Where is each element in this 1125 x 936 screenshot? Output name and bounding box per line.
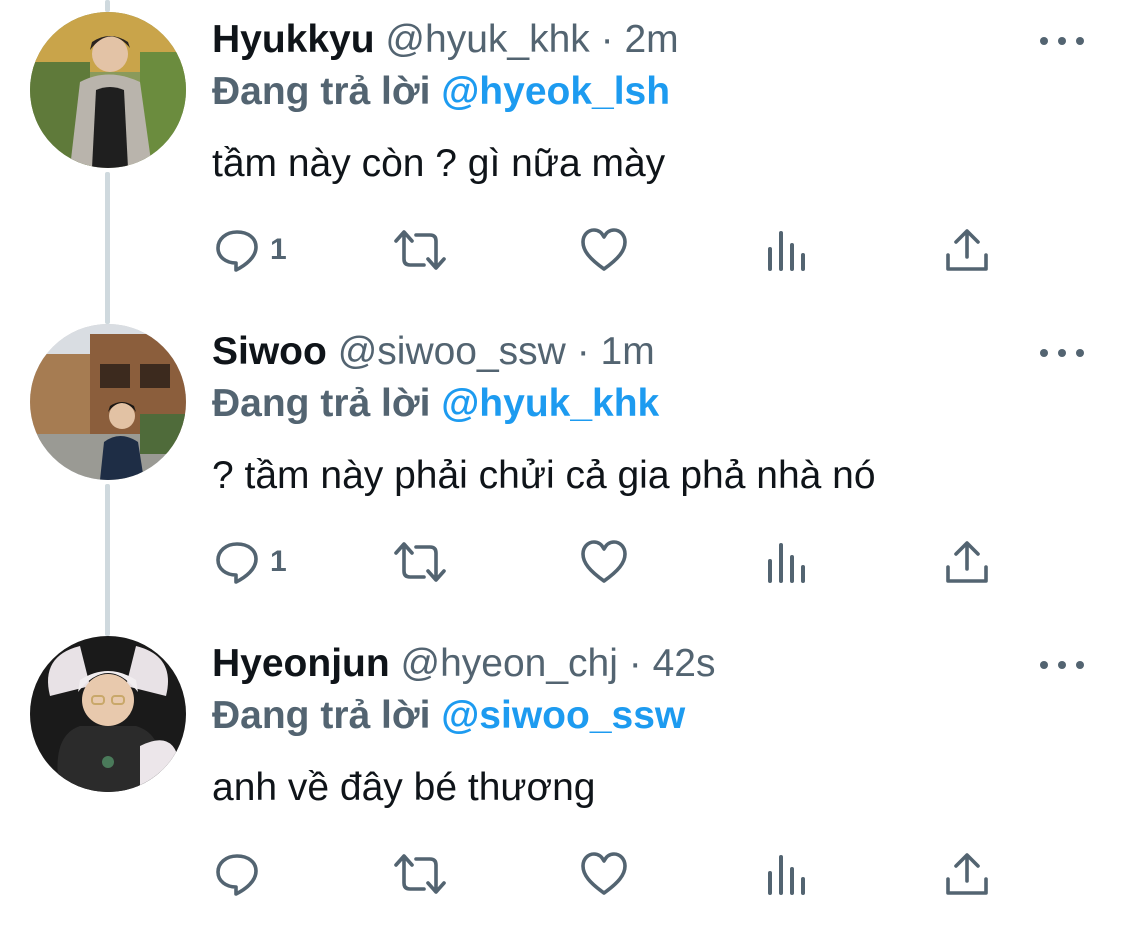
display-name[interactable]: Hyeonjun: [212, 642, 390, 685]
views-icon: [768, 855, 805, 895]
separator-dot: ·: [628, 642, 642, 685]
like-icon: [581, 228, 627, 271]
user-handle[interactable]: @hyeon_chj: [401, 642, 618, 685]
reply-prefix: Đang trả lời: [212, 70, 431, 113]
retweet-button[interactable]: [392, 222, 448, 278]
separator-dot: ·: [576, 330, 590, 373]
views-button[interactable]: [766, 534, 808, 590]
like-icon: [581, 540, 627, 583]
reply-button[interactable]: 1: [214, 534, 287, 590]
tweet-text: ? tầm này phải chửi cả gia phả nhà nó: [212, 454, 876, 497]
reply-icon: [216, 854, 258, 896]
separator-dot: ·: [600, 18, 614, 61]
reply-icon: [216, 230, 258, 272]
share-button[interactable]: [944, 534, 990, 590]
user-handle[interactable]: @hyuk_khk: [385, 18, 589, 61]
tweet-text: tầm này còn ? gì nữa mày: [212, 142, 666, 185]
reply-button[interactable]: [214, 846, 270, 902]
display-name[interactable]: Hyukkyu: [212, 18, 375, 61]
tweet-header: Hyukkyu @hyuk_khk · 2m: [212, 16, 679, 64]
reply-button[interactable]: 1: [214, 222, 287, 278]
reply-count: 1: [270, 545, 287, 578]
tweet-text: anh về đây bé thương: [212, 766, 596, 809]
timestamp[interactable]: 2m: [624, 18, 678, 61]
share-icon: [946, 853, 988, 895]
share-button[interactable]: [944, 846, 990, 902]
tweet-header: Hyeonjun @hyeon_chj · 42s: [212, 640, 716, 688]
like-button[interactable]: [580, 222, 628, 278]
reply-mention-link[interactable]: @hyuk_khk: [441, 382, 659, 425]
reply-icon: [216, 542, 258, 584]
tweet[interactable]: Hyukkyu @hyuk_khk · 2m Đang trả lời @hye…: [0, 0, 1125, 312]
avatar-photo: [30, 12, 186, 168]
more-options-button[interactable]: [1040, 26, 1084, 56]
views-button[interactable]: [766, 222, 808, 278]
timestamp[interactable]: 1m: [601, 330, 655, 373]
more-options-button[interactable]: [1040, 338, 1084, 368]
like-button[interactable]: [580, 534, 628, 590]
avatar[interactable]: [30, 636, 186, 792]
tweet[interactable]: Hyeonjun @hyeon_chj · 42s Đang trả lời @…: [0, 624, 1125, 936]
more-icon: [1040, 37, 1048, 45]
reply-mention-link[interactable]: @hyeok_lsh: [441, 70, 670, 113]
replying-to: Đang trả lời @siwoo_ssw: [212, 692, 685, 740]
share-icon: [946, 541, 988, 583]
avatar[interactable]: [30, 12, 186, 168]
reply-prefix: Đang trả lời: [212, 382, 431, 425]
share-button[interactable]: [944, 222, 990, 278]
retweet-icon: [394, 230, 446, 270]
replying-to: Đang trả lời @hyeok_lsh: [212, 68, 670, 116]
more-icon: [1040, 349, 1048, 357]
like-button[interactable]: [580, 846, 628, 902]
display-name[interactable]: Siwoo: [212, 330, 327, 373]
reply-prefix: Đang trả lời: [212, 694, 431, 737]
user-handle[interactable]: @siwoo_ssw: [338, 330, 566, 373]
tweet-header: Siwoo @siwoo_ssw · 1m: [212, 328, 655, 376]
replying-to: Đang trả lời @hyuk_khk: [212, 380, 659, 428]
views-button[interactable]: [766, 846, 808, 902]
retweet-button[interactable]: [392, 534, 448, 590]
avatar[interactable]: [30, 324, 186, 480]
retweet-icon: [394, 542, 446, 582]
like-icon: [581, 852, 627, 895]
more-icon: [1040, 661, 1048, 669]
avatar-photo: [30, 636, 186, 792]
views-icon: [768, 231, 805, 271]
avatar-photo: [30, 324, 186, 480]
more-options-button[interactable]: [1040, 650, 1084, 680]
share-icon: [946, 229, 988, 271]
reply-mention-link[interactable]: @siwoo_ssw: [441, 694, 685, 737]
reply-count: 1: [270, 233, 287, 266]
timestamp[interactable]: 42s: [653, 642, 716, 685]
retweet-button[interactable]: [392, 846, 448, 902]
views-icon: [768, 543, 805, 583]
tweet[interactable]: Siwoo @siwoo_ssw · 1m Đang trả lời @hyuk…: [0, 312, 1125, 624]
retweet-icon: [394, 854, 446, 894]
